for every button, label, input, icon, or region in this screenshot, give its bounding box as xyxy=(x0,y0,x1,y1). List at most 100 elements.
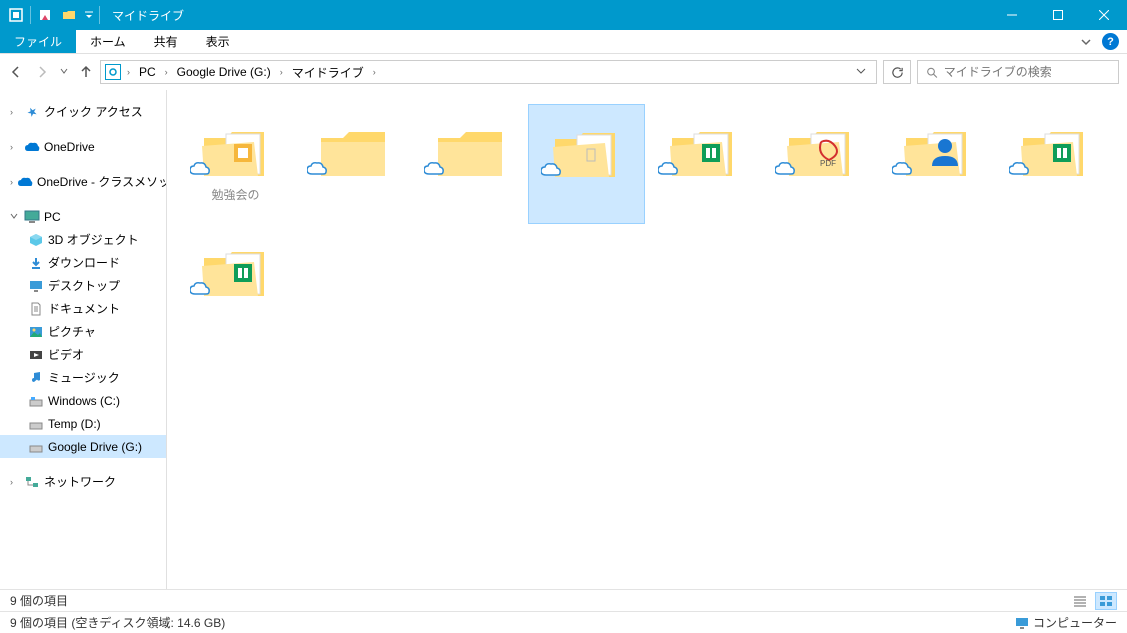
ribbon-collapse-icon[interactable] xyxy=(1076,32,1096,52)
folder-icon xyxy=(196,230,276,302)
address-bar[interactable]: › PC › Google Drive (G:) › マイドライブ › xyxy=(100,60,877,84)
expand-caret-icon[interactable]: › xyxy=(10,177,13,187)
breadcrumb-segment[interactable]: Google Drive (G:) xyxy=(173,63,275,81)
close-button[interactable] xyxy=(1081,0,1127,30)
breadcrumb-segment[interactable]: PC xyxy=(135,63,160,81)
folder-icon xyxy=(1015,110,1095,182)
folder-icon xyxy=(196,110,276,182)
navbar: › PC › Google Drive (G:) › マイドライブ › xyxy=(0,54,1127,90)
folder-icon xyxy=(313,110,393,182)
breadcrumb-root-caret[interactable]: › xyxy=(125,67,132,77)
folder-item[interactable]: 勉強会の xyxy=(177,104,294,224)
downloads-icon xyxy=(28,255,44,271)
nav-forward-button[interactable] xyxy=(34,64,50,80)
tree-onedrive[interactable]: › OneDrive xyxy=(0,135,166,158)
tree-downloads[interactable]: ダウンロード xyxy=(0,251,166,274)
help-button[interactable]: ? xyxy=(1102,33,1119,50)
item-count-detail: 9 個の項目 (空きディスク領域: 14.6 GB) xyxy=(10,614,225,631)
tree-label: クイック アクセス xyxy=(44,103,143,120)
quick-access-properties-icon[interactable] xyxy=(33,3,57,27)
collapse-caret-icon[interactable] xyxy=(10,212,20,222)
tree-google-drive-g[interactable]: Google Drive (G:) xyxy=(0,435,166,458)
folder-item[interactable] xyxy=(177,224,294,344)
folder-item[interactable] xyxy=(411,104,528,224)
tab-share[interactable]: 共有 xyxy=(140,30,192,53)
folder-icon xyxy=(898,110,978,182)
quick-access-folder-icon[interactable] xyxy=(57,3,81,27)
tree-windows-c[interactable]: Windows (C:) xyxy=(0,389,166,412)
tree-label: Windows (C:) xyxy=(48,394,120,408)
tab-home[interactable]: ホーム xyxy=(76,30,140,53)
cloud-sync-icon xyxy=(190,162,210,176)
drive-icon xyxy=(28,439,44,455)
location-label: コンピューター xyxy=(1033,614,1117,631)
tree-temp-d[interactable]: Temp (D:) xyxy=(0,412,166,435)
search-input[interactable] xyxy=(944,65,1110,79)
tree-music[interactable]: ミュージック xyxy=(0,366,166,389)
pc-icon xyxy=(24,209,40,225)
tree-onedrive-class[interactable]: › OneDrive - クラスメソッド xyxy=(0,170,166,193)
tree-label: デスクトップ xyxy=(48,277,120,294)
desktop-icon xyxy=(28,278,44,294)
tree-label: Temp (D:) xyxy=(48,417,101,431)
quick-access-dropdown-icon[interactable] xyxy=(81,10,97,20)
cloud-sync-icon xyxy=(424,162,444,176)
search-icon xyxy=(926,66,938,79)
breadcrumb: › PC › Google Drive (G:) › マイドライブ › xyxy=(125,62,846,83)
folder-item[interactable] xyxy=(879,104,996,224)
cloud-sync-icon xyxy=(775,162,795,176)
nav-up-button[interactable] xyxy=(78,64,94,80)
cloud-sync-icon xyxy=(307,162,327,176)
tree-network[interactable]: › ネットワーク xyxy=(0,470,166,493)
folder-icon xyxy=(430,110,510,182)
expand-caret-icon[interactable]: › xyxy=(10,477,20,487)
view-icons-button[interactable] xyxy=(1095,592,1117,610)
folder-content[interactable]: 勉強会の PDF xyxy=(167,90,1127,589)
tree-label: ミュージック xyxy=(48,369,120,386)
folder-label: 勉強会の xyxy=(211,188,259,204)
tree-3d-objects[interactable]: 3D オブジェクト xyxy=(0,228,166,251)
cloud-sync-icon xyxy=(190,282,210,296)
address-dropdown-icon[interactable] xyxy=(850,66,872,79)
item-count: 9 個の項目 xyxy=(10,592,68,609)
tree-label: ピクチャ xyxy=(48,323,96,340)
drive-icon xyxy=(28,393,44,409)
documents-icon xyxy=(28,301,44,317)
folder-item[interactable] xyxy=(645,104,762,224)
folder-item[interactable]: PDF xyxy=(762,104,879,224)
view-details-button[interactable] xyxy=(1069,592,1091,610)
tree-label: ドキュメント xyxy=(48,300,120,317)
expand-caret-icon[interactable]: › xyxy=(10,142,20,152)
tree-label: ダウンロード xyxy=(48,254,120,271)
tree-pictures[interactable]: ピクチャ xyxy=(0,320,166,343)
nav-back-button[interactable] xyxy=(8,64,24,80)
nav-history-dropdown[interactable] xyxy=(60,67,68,77)
folder-item[interactable] xyxy=(996,104,1113,224)
tree-documents[interactable]: ドキュメント xyxy=(0,297,166,320)
folder-item[interactable] xyxy=(294,104,411,224)
folder-icon xyxy=(664,110,744,182)
tree-videos[interactable]: ビデオ xyxy=(0,343,166,366)
minimize-button[interactable] xyxy=(989,0,1035,30)
breadcrumb-segment[interactable]: マイドライブ xyxy=(288,62,368,83)
onedrive-icon xyxy=(24,139,40,155)
refresh-button[interactable] xyxy=(883,60,911,84)
tree-label: OneDrive xyxy=(44,140,95,154)
folder-item[interactable] xyxy=(528,104,645,224)
expand-caret-icon[interactable]: › xyxy=(10,107,20,117)
tree-pc[interactable]: PC xyxy=(0,205,166,228)
folder-icon: PDF xyxy=(781,110,861,182)
cloud-sync-icon xyxy=(541,163,561,177)
quick-access-app-icon[interactable] xyxy=(4,3,28,27)
ribbon: ファイル ホーム 共有 表示 ? xyxy=(0,30,1127,54)
tab-file[interactable]: ファイル xyxy=(0,30,76,53)
titlebar: マイドライブ xyxy=(0,0,1127,30)
tree-quick-access[interactable]: › ★ クイック アクセス xyxy=(0,100,166,123)
tree-desktop[interactable]: デスクトップ xyxy=(0,274,166,297)
tab-view[interactable]: 表示 xyxy=(192,30,244,53)
maximize-button[interactable] xyxy=(1035,0,1081,30)
search-box[interactable] xyxy=(917,60,1119,84)
cloud-sync-icon xyxy=(892,162,912,176)
quick-access-icon: ★ xyxy=(24,104,40,120)
tree-label: Google Drive (G:) xyxy=(48,440,142,454)
